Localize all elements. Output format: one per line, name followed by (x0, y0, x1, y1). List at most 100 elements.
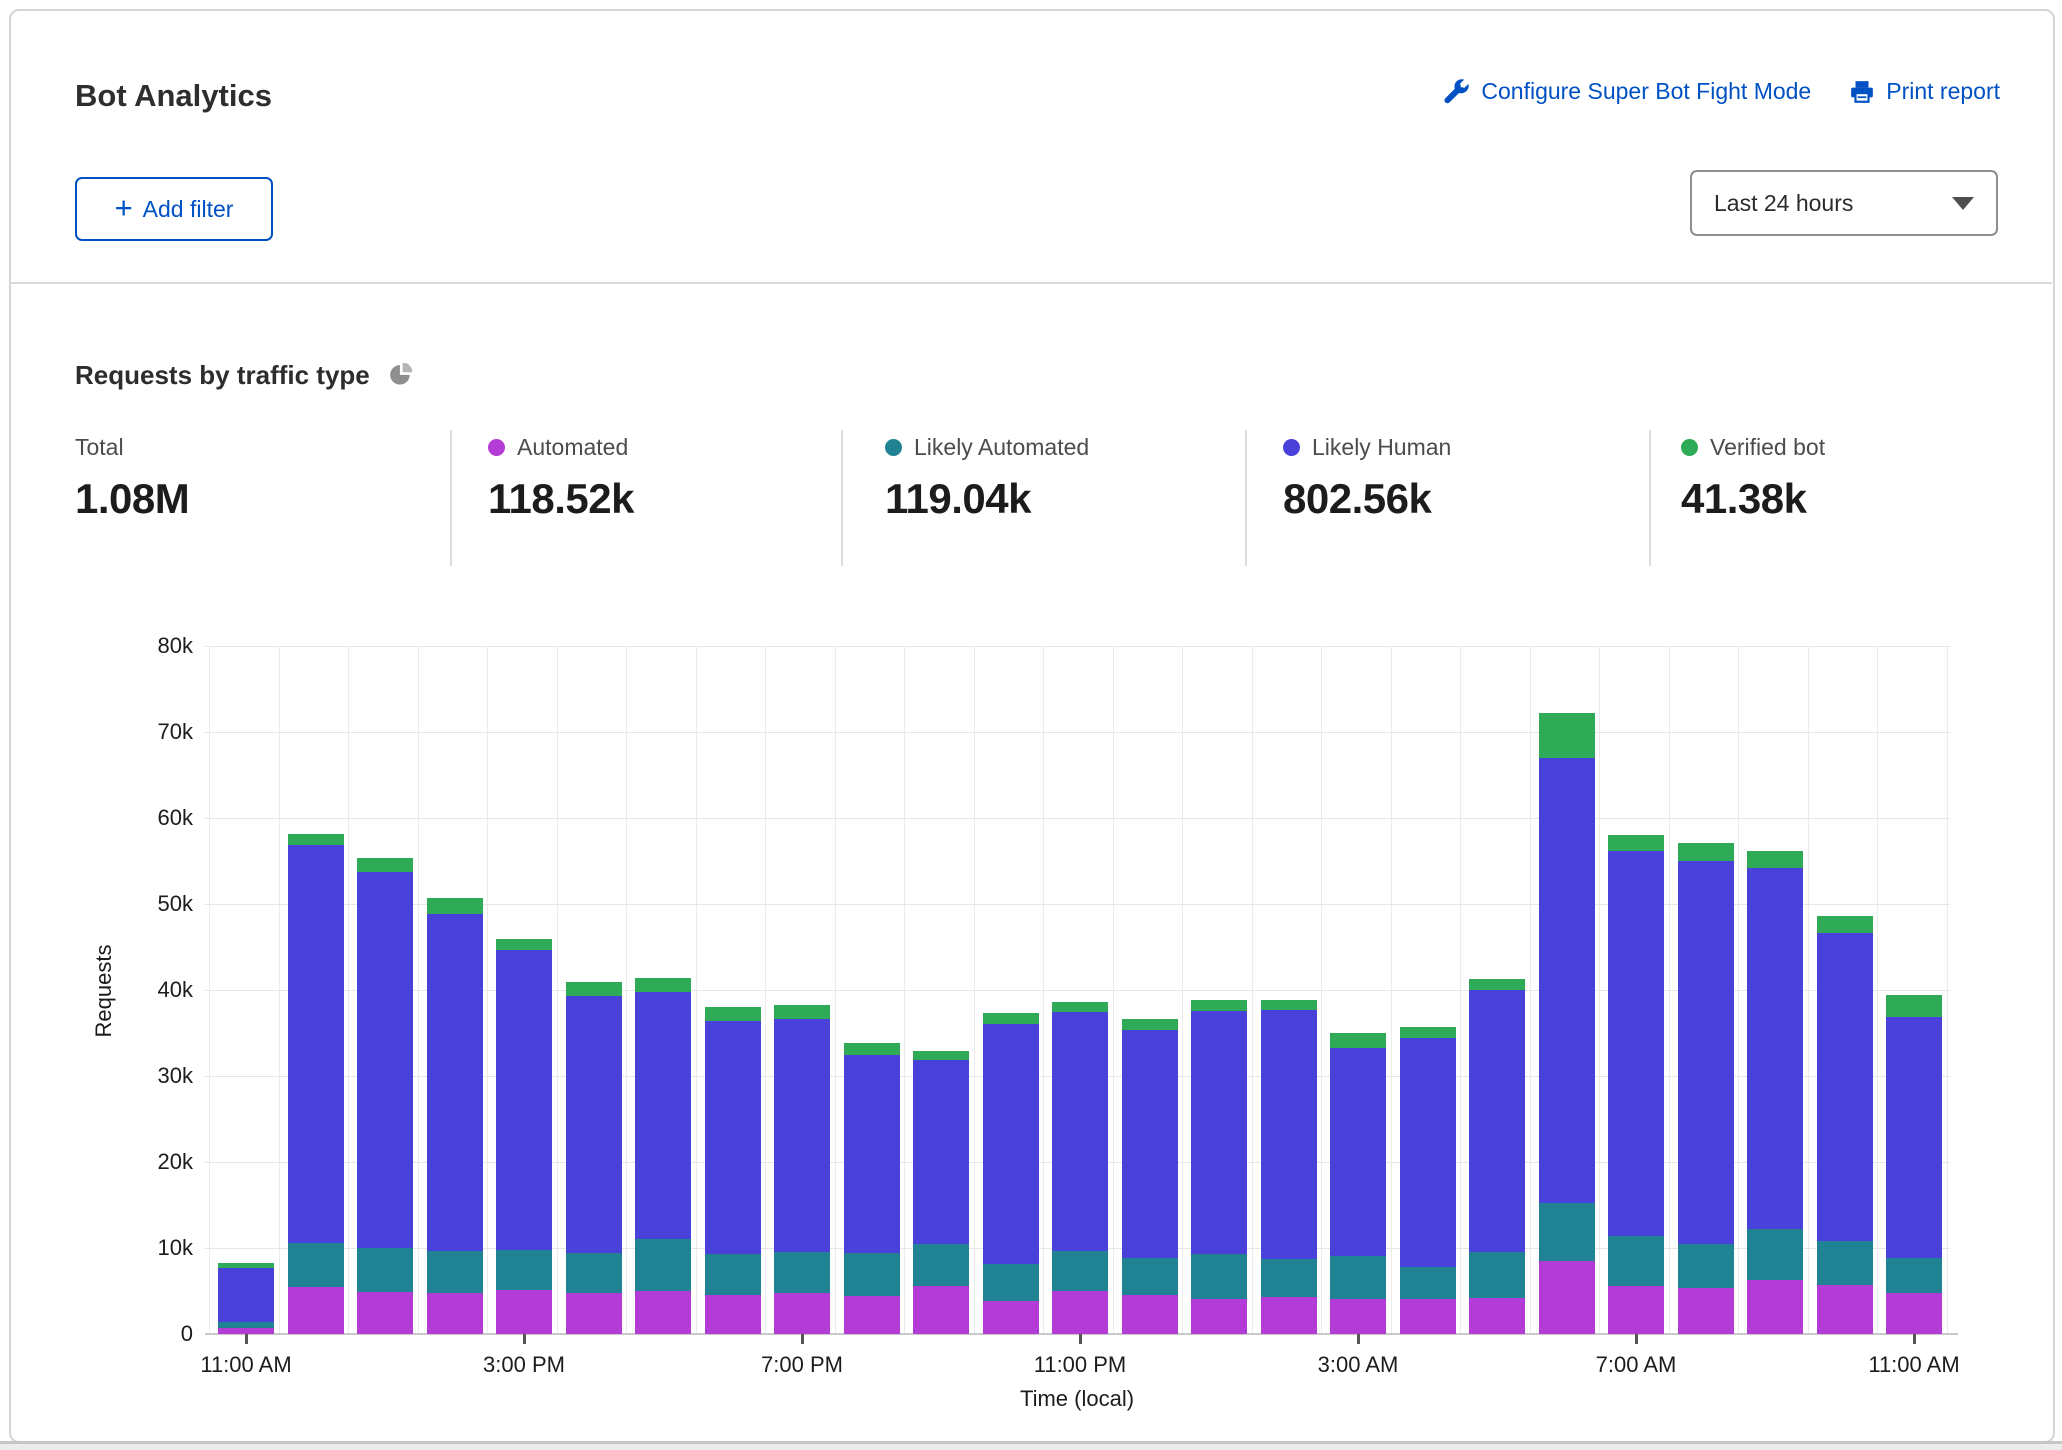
segment-automated (1539, 1261, 1595, 1334)
y-tick-label: 70k (113, 719, 193, 745)
bar-3-00-PM (496, 646, 552, 1334)
segment-likely-automated (1400, 1267, 1456, 1299)
segment-likely-human (1400, 1038, 1456, 1267)
segment-likely-automated (635, 1239, 691, 1291)
segment-verified-bot (1052, 1002, 1108, 1012)
segment-verified-bot (1191, 1000, 1247, 1010)
segment-likely-human (288, 845, 344, 1243)
bar-12-00-PM (288, 646, 344, 1334)
segment-likely-human (1330, 1048, 1386, 1256)
segment-verified-bot (844, 1043, 900, 1055)
segment-automated (844, 1296, 900, 1334)
segment-likely-human (1747, 868, 1803, 1229)
segment-verified-bot (774, 1005, 830, 1020)
segment-likely-human (774, 1019, 830, 1252)
y-tick-label: 40k (113, 977, 193, 1003)
segment-automated (705, 1295, 761, 1334)
segment-likely-human (983, 1024, 1039, 1264)
segment-automated (1400, 1299, 1456, 1334)
segment-likely-automated (1608, 1236, 1664, 1286)
x-axis-title: Time (local) (977, 1386, 1177, 1412)
x-tick-label: 11:00 AM (1868, 1352, 1959, 1378)
segment-likely-human (1539, 758, 1595, 1203)
segment-likely-automated (1261, 1259, 1317, 1297)
segment-verified-bot (357, 858, 413, 872)
bar-2-00-AM (1261, 646, 1317, 1334)
x-tick (523, 1334, 526, 1344)
x-tick (1357, 1334, 1360, 1344)
bar-4-00-AM (1400, 646, 1456, 1334)
segment-verified-bot (1400, 1027, 1456, 1038)
bar-11-00-AM (1886, 646, 1942, 1334)
x-tick-label: 11:00 AM (200, 1352, 291, 1378)
x-tick (1079, 1334, 1082, 1344)
segment-likely-human (357, 872, 413, 1248)
segment-likely-human (1469, 990, 1525, 1252)
x-tick (801, 1334, 804, 1344)
bar-6-00-PM (705, 646, 761, 1334)
segment-likely-automated (218, 1322, 274, 1328)
segment-verified-bot (1817, 916, 1873, 933)
segment-likely-automated (774, 1252, 830, 1292)
bar-2-00-PM (427, 646, 483, 1334)
bot-analytics-page: Bot Analytics Configure Super Bot Fight … (0, 0, 2062, 1450)
segment-likely-human (844, 1055, 900, 1253)
segment-verified-bot (1539, 713, 1595, 758)
bar-1-00-AM (1191, 646, 1247, 1334)
y-tick-label: 20k (113, 1149, 193, 1175)
segment-automated (1886, 1293, 1942, 1334)
segment-likely-human (566, 996, 622, 1253)
segment-verified-bot (1747, 851, 1803, 868)
x-tick (245, 1334, 248, 1344)
segment-verified-bot (983, 1013, 1039, 1024)
segment-likely-human (1886, 1017, 1942, 1259)
segment-likely-automated (1747, 1229, 1803, 1280)
chart-plot-area[interactable]: 010k20k30k40k50k60k70k80k11:00 AM3:00 PM… (0, 0, 2062, 1450)
segment-automated (357, 1292, 413, 1334)
segment-likely-automated (705, 1254, 761, 1295)
segment-automated (1261, 1297, 1317, 1334)
bar-8-00-AM (1678, 646, 1734, 1334)
bar-12-00-AM (1122, 646, 1178, 1334)
segment-verified-bot (705, 1007, 761, 1021)
segment-likely-human (1608, 851, 1664, 1236)
segment-automated (1678, 1288, 1734, 1334)
segment-verified-bot (218, 1263, 274, 1268)
segment-likely-human (427, 914, 483, 1250)
x-tick-label: 11:00 PM (1034, 1352, 1127, 1378)
y-tick-label: 50k (113, 891, 193, 917)
y-tick-label: 80k (113, 633, 193, 659)
y-tick-label: 30k (113, 1063, 193, 1089)
segment-likely-automated (1678, 1244, 1734, 1289)
bar-11-00-PM (1052, 646, 1108, 1334)
bar-11-00-AM (218, 646, 274, 1334)
segment-verified-bot (1678, 843, 1734, 861)
segment-likely-human (218, 1268, 274, 1322)
segment-likely-human (1261, 1010, 1317, 1259)
bar-10-00-PM (983, 646, 1039, 1334)
segment-automated (496, 1290, 552, 1334)
segment-automated (427, 1293, 483, 1334)
segment-verified-bot (1122, 1019, 1178, 1030)
segment-likely-automated (496, 1250, 552, 1290)
segment-likely-automated (1469, 1252, 1525, 1298)
segment-automated (1469, 1298, 1525, 1334)
segment-verified-bot (913, 1051, 969, 1060)
segment-automated (1608, 1286, 1664, 1334)
segment-verified-bot (635, 978, 691, 992)
segment-likely-human (1678, 861, 1734, 1244)
segment-verified-bot (1886, 995, 1942, 1017)
bar-5-00-AM (1469, 646, 1525, 1334)
x-tick-label: 7:00 PM (761, 1352, 843, 1378)
bar-10-00-AM (1817, 646, 1873, 1334)
bar-9-00-PM (913, 646, 969, 1334)
segment-verified-bot (427, 898, 483, 914)
segment-likely-human (1817, 933, 1873, 1241)
bar-5-00-PM (635, 646, 691, 1334)
y-tick-label: 10k (113, 1235, 193, 1261)
segment-automated (1330, 1299, 1386, 1334)
bar-4-00-PM (566, 646, 622, 1334)
segment-likely-human (635, 992, 691, 1240)
x-tick-label: 7:00 AM (1596, 1352, 1677, 1378)
segment-verified-bot (1261, 1000, 1317, 1009)
